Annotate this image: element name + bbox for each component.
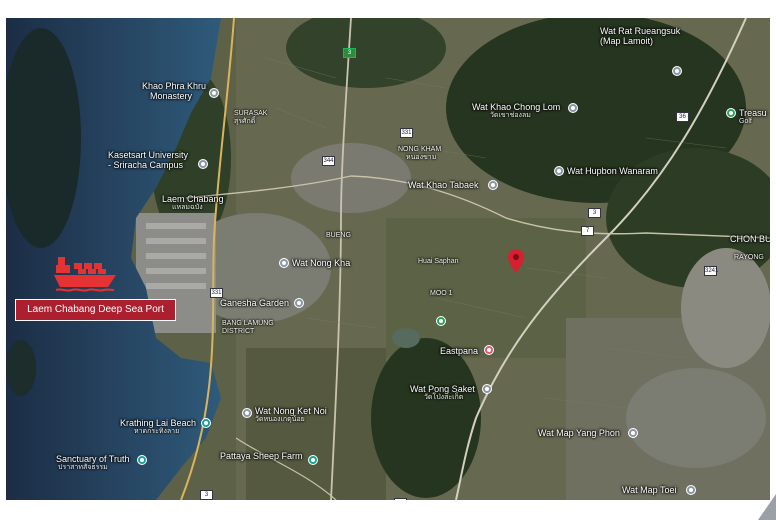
cargo-ship-icon	[54, 257, 116, 292]
temple-pin-icon[interactable]	[279, 258, 289, 268]
corner-decoration	[758, 494, 776, 520]
road-shield: 331	[400, 128, 413, 138]
road-shield: 36	[676, 112, 689, 122]
place-label-bueng: BUENG	[326, 232, 351, 239]
place-label-wat-map-yang-phon[interactable]: Wat Map Yang Phon	[538, 428, 620, 438]
golf-pin-icon[interactable]	[726, 108, 736, 118]
shop-pin-icon[interactable]	[484, 345, 494, 355]
temple-pin-icon[interactable]	[672, 66, 682, 76]
temple-pin-icon[interactable]	[209, 88, 219, 98]
road-shield: 331	[210, 288, 223, 298]
temple-pin-icon[interactable]	[568, 103, 578, 113]
location-marker-icon[interactable]	[508, 249, 524, 273]
temple-pin-icon[interactable]	[686, 485, 696, 495]
university-pin-icon[interactable]	[198, 159, 208, 169]
road-shield: 3	[343, 48, 356, 58]
temple-pin-icon[interactable]	[554, 166, 564, 176]
place-label-wat-khao-chong-lom[interactable]: Wat Khao Chong Lom วัดเขาช่องลม	[472, 102, 560, 120]
temple-pin-icon[interactable]	[482, 384, 492, 394]
road-shield: 36	[394, 498, 407, 500]
temple-pin-icon[interactable]	[294, 298, 304, 308]
temple-pin-icon[interactable]	[242, 408, 252, 418]
place-label-krathing-lai[interactable]: Krathing Lai Beach หาดกระทิงลาย	[120, 418, 196, 436]
road-shield: 3	[200, 490, 213, 500]
place-label-laem-chabang: Laem Chabang แหลมฉบัง	[162, 194, 224, 211]
beach-pin-icon[interactable]	[201, 418, 211, 428]
temple-pin-icon[interactable]	[488, 180, 498, 190]
farm-pin-icon[interactable]	[308, 455, 318, 465]
place-label-wat-hupbon[interactable]: Wat Hupbon Wanaram	[567, 166, 658, 176]
satellite-map[interactable]: Wat Rat Rueangsuk (Map Lamoit) Khao Phra …	[6, 18, 770, 500]
place-label-ganesha-garden[interactable]: Ganesha Garden	[220, 298, 289, 308]
place-label-wat-nong-kha[interactable]: Wat Nong Kha	[292, 258, 350, 268]
place-label-pattaya-sheep[interactable]: Pattaya Sheep Farm	[220, 451, 303, 461]
place-label-eastpana[interactable]: Eastpana	[440, 346, 478, 356]
place-label-bang-lamung: BANG LAMUNG DISTRICT	[222, 320, 274, 335]
place-label-huai-saphan: Huai Saphan	[418, 258, 459, 265]
road-shield: 3	[588, 208, 601, 218]
place-label-khao-phra-khru[interactable]: Khao Phra Khru Monastery	[142, 81, 206, 101]
place-label-moo: MOO 1	[430, 290, 453, 297]
shop-pin-icon[interactable]	[436, 316, 446, 326]
place-label-wat-rat-rueangsuk[interactable]: Wat Rat Rueangsuk (Map Lamoit)	[600, 26, 680, 46]
place-label-sanctuary[interactable]: Sanctuary of Truth ปราสาทสัจธรรม	[56, 454, 130, 472]
port-label: Laem Chabang Deep Sea Port	[15, 299, 176, 321]
road-shield: 344	[322, 156, 335, 166]
place-label-wat-nong-ket-noi[interactable]: Wat Nong Ket Noi วัดหนองเกตุน้อย	[255, 406, 327, 424]
place-label-kasetsart[interactable]: Kasetsart University - Sriracha Campus	[108, 150, 188, 170]
landmark-pin-icon[interactable]	[137, 455, 147, 465]
temple-pin-icon[interactable]	[628, 428, 638, 438]
place-label-chon-buri: CHON BU RAYONG	[730, 234, 770, 261]
place-label-wat-pong-saket[interactable]: Wat Pong Saket วัดโป่งสะเก็ต	[410, 384, 475, 402]
road-shield: 3241	[704, 266, 719, 276]
place-label-nong-kham: NONG KHAM หนองขาม	[398, 146, 442, 161]
place-label-wat-map-toei[interactable]: Wat Map Toei	[622, 485, 677, 495]
place-label-wat-khao-tabaek[interactable]: Wat Khao Tabaek	[408, 180, 479, 190]
place-label-treasure[interactable]: Treasu Golf	[739, 108, 767, 126]
place-label-surasak: SURASAK สุรศักดิ์	[234, 110, 268, 125]
road-shield: 7	[581, 226, 594, 236]
